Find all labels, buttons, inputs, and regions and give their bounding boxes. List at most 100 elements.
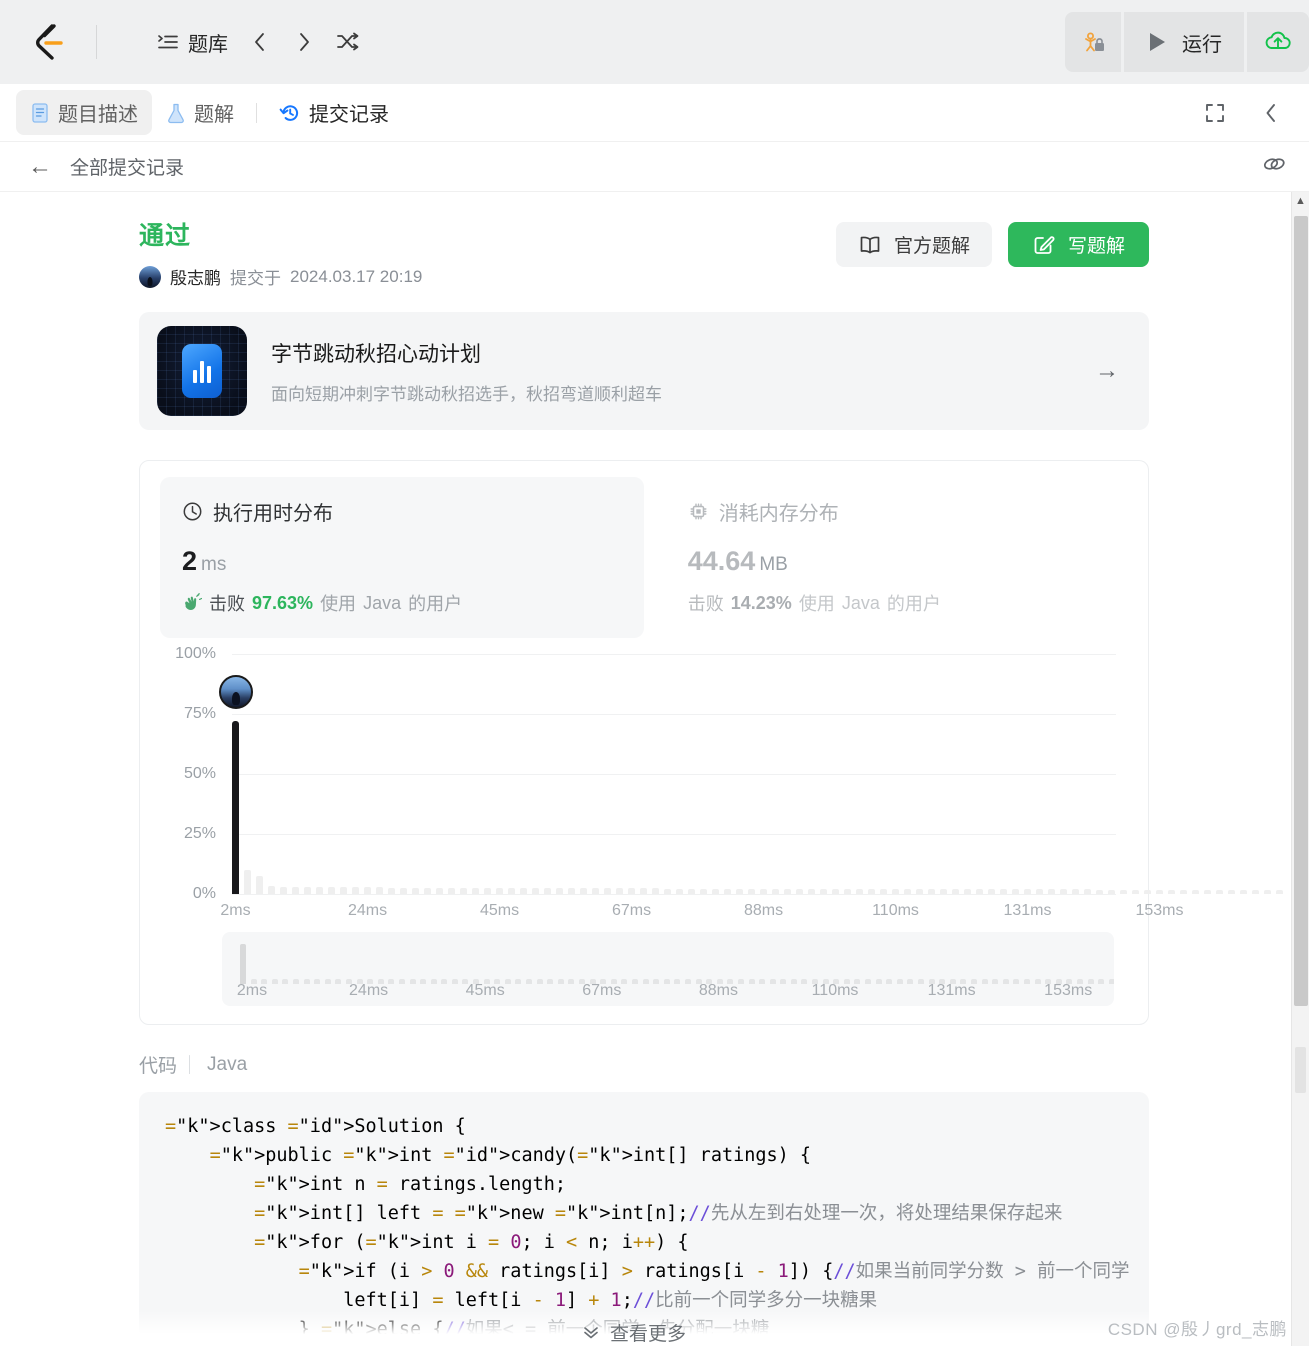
chart-bar[interactable] [244, 870, 251, 894]
chart-bar[interactable] [268, 886, 275, 894]
chart-bar[interactable] [1216, 889, 1223, 894]
chart-bar[interactable] [652, 888, 659, 894]
chart-bar[interactable] [1192, 889, 1199, 894]
chart-bar[interactable] [1048, 889, 1055, 894]
vertical-scrollbar[interactable]: ▲ [1291, 192, 1309, 1346]
chart-bar[interactable] [1036, 889, 1043, 894]
chart-bar[interactable] [904, 889, 911, 894]
chart-bar[interactable] [928, 889, 935, 894]
chart-bar[interactable] [844, 888, 851, 894]
debug-locked-button[interactable] [1065, 12, 1121, 72]
chart-bar[interactable] [400, 887, 407, 894]
chart-bar[interactable] [1132, 889, 1139, 894]
chart-bar[interactable] [784, 888, 791, 894]
chart-bar[interactable] [892, 889, 899, 894]
tab-submissions[interactable]: 提交记录 [265, 90, 403, 135]
chart-bar[interactable] [472, 887, 479, 894]
chart-bar[interactable] [484, 888, 491, 894]
chart-bar[interactable] [1180, 889, 1187, 894]
promo-banner[interactable]: 字节跳动秋招心动计划 面向短期冲刺字节跳动秋招选手，秋招弯道顺利超车 → [139, 312, 1149, 430]
chart-bar[interactable] [256, 876, 263, 894]
chart-bar[interactable] [1024, 889, 1031, 894]
chart-bar[interactable] [772, 888, 779, 894]
submit-button[interactable] [1247, 12, 1309, 72]
avatar[interactable] [139, 265, 161, 288]
chart-bar[interactable] [748, 888, 755, 894]
chart-bar[interactable] [952, 889, 959, 894]
chart-bar[interactable] [940, 889, 947, 894]
chart-bar[interactable] [1168, 889, 1175, 894]
nav-problemset[interactable]: 题库 [149, 21, 236, 64]
chart-bar[interactable] [1060, 889, 1067, 894]
chart-bar[interactable] [664, 888, 671, 894]
chart-bar[interactable] [964, 889, 971, 894]
chart-bar[interactable] [448, 887, 455, 894]
nav-prev-problem-button[interactable] [240, 22, 280, 62]
chart-bar[interactable] [712, 888, 719, 894]
chart-bar[interactable] [412, 887, 419, 894]
chart-bar[interactable] [568, 888, 575, 894]
chart-bar[interactable] [496, 888, 503, 894]
chart-bar[interactable] [340, 887, 347, 894]
chart-bar[interactable] [592, 888, 599, 894]
chart-bar[interactable] [1156, 889, 1163, 894]
chart-bar[interactable] [580, 888, 587, 894]
chart-bar[interactable] [1276, 890, 1283, 894]
nav-random-problem-button[interactable] [328, 22, 368, 62]
runtime-stat-card[interactable]: 执行用时分布 2 ms 击败 97.63% 使用 Java 的用户 [160, 477, 644, 638]
chart-bar[interactable] [868, 888, 875, 894]
chart-bar[interactable] [1012, 889, 1019, 894]
memory-stat-card[interactable]: 消耗内存分布 44.64 MB 击败 14.23% 使用 Java 的用户 [644, 477, 1128, 638]
chart-bar[interactable] [916, 889, 923, 894]
chart-bar[interactable] [424, 887, 431, 894]
code-block[interactable]: ="k">class ="id">Solution { ="k">public … [139, 1092, 1149, 1338]
tab-solutions[interactable]: 题解 [152, 90, 248, 135]
chart-bar[interactable] [436, 887, 443, 894]
official-solution-button[interactable]: 官方题解 [835, 222, 992, 267]
chart-bar[interactable] [364, 887, 371, 894]
chart-bar[interactable] [724, 888, 731, 894]
chart-bar[interactable] [760, 888, 767, 894]
chart-bar[interactable] [1228, 889, 1235, 894]
chart-bar[interactable] [460, 887, 467, 894]
chart-bar[interactable] [1144, 889, 1151, 894]
chart-bar[interactable] [532, 888, 539, 894]
chart-bar[interactable] [376, 887, 383, 894]
chart-bar[interactable] [676, 888, 683, 894]
scrollbar-thumb[interactable] [1294, 216, 1308, 1006]
chart-range-minimap[interactable]: 2ms 24ms 45ms 67ms 88ms 110ms 131ms 153ms [222, 932, 1114, 1006]
chart-bar[interactable] [820, 888, 827, 894]
runtime-distribution-chart[interactable]: 100% 75% 50% 25% 0% 2ms 24ms 45ms 67ms 88ms 110ms… [160, 645, 1283, 924]
chart-bar[interactable] [1084, 889, 1091, 894]
chart-bar[interactable] [796, 888, 803, 894]
chart-bar[interactable] [388, 887, 395, 894]
collapse-panel-button[interactable] [1251, 93, 1291, 133]
chart-bar[interactable] [736, 888, 743, 894]
chart-bar[interactable] [1108, 889, 1115, 894]
chart-bar[interactable] [1264, 890, 1271, 894]
chart-bar[interactable] [1204, 889, 1211, 894]
chart-bar[interactable] [328, 887, 335, 894]
chart-bar[interactable] [1252, 890, 1259, 894]
chart-bar[interactable] [352, 887, 359, 894]
chart-bar[interactable] [1120, 889, 1127, 894]
chart-bar[interactable] [604, 888, 611, 894]
chart-bar[interactable] [832, 888, 839, 894]
scrollbar-secondary-thumb[interactable] [1295, 1047, 1306, 1093]
chart-bar[interactable] [700, 888, 707, 894]
chart-bar[interactable] [280, 886, 287, 894]
chart-bar[interactable] [1072, 889, 1079, 894]
chart-bar[interactable] [544, 888, 551, 894]
leetcode-logo[interactable] [0, 23, 96, 61]
chart-bar[interactable] [304, 886, 311, 894]
chart-bar[interactable] [688, 888, 695, 894]
submitter-name[interactable]: 殷志鹏 [170, 264, 221, 289]
chart-bar[interactable] [520, 888, 527, 894]
chart-bar[interactable] [292, 886, 299, 894]
chart-bar[interactable] [1240, 889, 1247, 894]
chart-bar[interactable] [628, 888, 635, 894]
chart-bar[interactable] [508, 888, 515, 894]
chart-bar[interactable] [1000, 889, 1007, 894]
submission-detail-scroll-area[interactable]: 通过 殷志鹏 提交于 2024.03.17 20:19 官方题解 写题解 字节跳… [0, 192, 1309, 1346]
nav-next-problem-button[interactable] [284, 22, 324, 62]
